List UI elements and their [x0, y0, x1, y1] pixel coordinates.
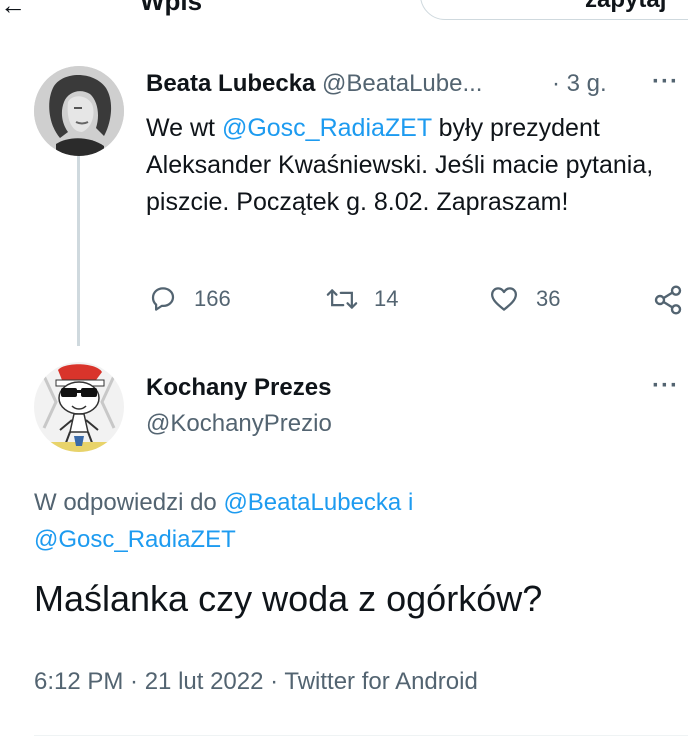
parent-tweet-text: We wt @Gosc_RadiaZET były prezydent Alek…	[146, 110, 656, 221]
like-button[interactable]: 36	[488, 284, 560, 314]
reply-mention-1[interactable]: @BeataLubecka	[223, 489, 401, 516]
page-title: Wpis	[140, 0, 203, 16]
author-handle-kochany[interactable]: @KochanyPrezio	[146, 410, 332, 438]
avatar-beata[interactable]	[34, 66, 124, 156]
author-handle-beata[interactable]: @BeataLube...	[322, 70, 482, 98]
top-pill-label: zapytaj	[585, 0, 666, 14]
reply-icon	[151, 287, 175, 311]
reply-mention-2[interactable]: @Gosc_RadiaZET	[34, 526, 236, 553]
back-arrow-icon[interactable]: ←	[0, 0, 26, 21]
main-tweet-text: Maślanka czy woda z ogórków?	[34, 578, 543, 619]
author-name-beata[interactable]: Beata Lubecka	[146, 70, 315, 98]
reply-and: i	[407, 489, 414, 516]
retweet-icon	[326, 289, 358, 309]
reply-prefix: W odpowiedzi do	[34, 489, 217, 516]
reply-button[interactable]: 166	[148, 284, 231, 314]
tweet-text-before: We wt	[146, 114, 222, 142]
divider	[34, 735, 688, 736]
more-icon[interactable]: ···	[652, 372, 679, 400]
retweet-button[interactable]: 14	[326, 284, 398, 314]
share-icon	[654, 285, 682, 315]
avatar-kochany[interactable]	[34, 362, 124, 452]
top-bar: ← Wpis zapytaj	[0, 0, 688, 20]
tweet-time[interactable]: · 3 g.	[552, 70, 607, 98]
mention-link[interactable]: @Gosc_RadiaZET	[222, 114, 432, 142]
thread-line	[77, 156, 80, 346]
like-icon	[491, 287, 517, 311]
retweet-count: 14	[374, 286, 399, 311]
tweet-meta: 6:12 PM · 21 lut 2022 · Twitter for Andr…	[34, 668, 478, 695]
share-button[interactable]	[652, 284, 688, 316]
author-name-kochany[interactable]: Kochany Prezes	[146, 374, 331, 402]
more-icon[interactable]: ···	[652, 68, 679, 96]
reply-to-line: W odpowiedzi do @BeataLubecka i @Gosc_Ra…	[34, 484, 654, 558]
like-count: 36	[536, 286, 561, 311]
reply-count: 166	[194, 286, 231, 311]
